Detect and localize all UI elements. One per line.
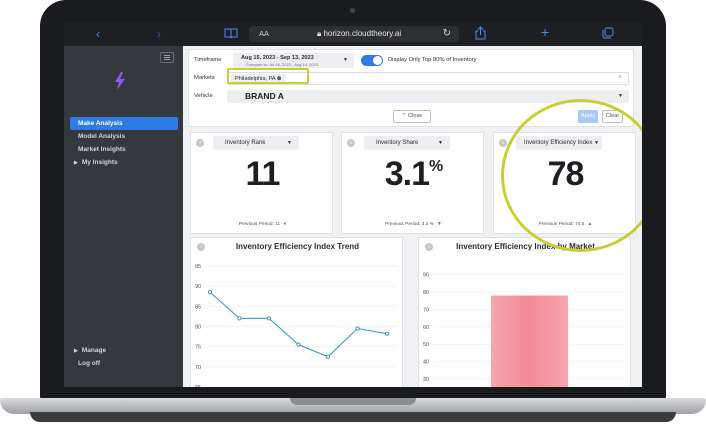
lightning-logo-icon [115,72,125,90]
kpi-card-inventory-rank: i Inventory Rank ▼ 11 Previous Period: 11… [190,132,333,234]
data-point [355,326,360,331]
sidebar-item-label: My Insights [81,159,118,166]
sidebar-item-my-insights[interactable]: ▶ My Insights [70,156,178,169]
y-tick-label: 65 [195,385,201,387]
down-arrow-icon: ▼ [436,221,442,227]
caret-down-icon: ▼ [618,93,623,99]
sidebar-item-label: Log off [78,360,101,367]
reload-icon[interactable]: ↻ [443,26,451,42]
clear-markets-icon[interactable]: × [618,74,622,81]
laptop-notch [290,398,416,405]
metric-select[interactable]: Inventory Rank ▼ [213,136,299,150]
sidebar: Make Analysis Model Analysis Market Insi… [64,46,183,387]
browser-toolbar: ‹ › AA 🔒︎ horizon.cloudtheory.ai ↻ + [64,22,642,46]
bookmarks-icon[interactable] [224,27,238,43]
bar [491,295,568,387]
metric-select[interactable]: Inventory Share ▼ [364,136,450,150]
trend-chart-plot: 95 90 85 80 75 70 65 [195,264,397,387]
y-tick-label: 70 [423,307,429,313]
kpi-unit: % [429,158,443,175]
kpi-number: 3.1 [384,155,430,193]
timeframe-select[interactable]: Aug 15, 2023 - Sep 13, 2023 Compare to: … [233,53,354,68]
laptop-base-shadow [30,412,676,422]
y-tick-label: 30 [423,377,429,383]
caret-right-icon: ▶ [74,160,78,166]
sidebar-item-label: Model Analysis [78,133,126,140]
data-point [325,354,331,359]
previous-period-text: Previous Period: 11 [238,222,281,227]
highlight-markets-box [227,68,309,84]
vehicle-value: BRAND A [245,91,284,101]
url-text: 🔒︎ horizon.cloudtheory.ai [317,29,402,38]
y-tick-label: 70 [195,365,201,371]
metric-label: Inventory Rank [225,140,266,146]
tabs-icon[interactable] [602,27,614,43]
vehicle-label: Vehicle [194,93,213,99]
y-tick-label: 60 [423,325,429,331]
sidebar-item-make-analysis[interactable]: Make Analysis [70,117,178,130]
info-icon[interactable]: i [196,139,204,147]
address-bar[interactable]: AA 🔒︎ horizon.cloudtheory.ai ↻ [249,26,459,42]
screen: ‹ › AA 🔒︎ horizon.cloudtheory.ai ↻ + Mak… [64,22,642,387]
kpi-card-inventory-share: i Inventory Share ▼ 3.1% Previous Period:… [341,132,484,234]
laptop-frame: ‹ › AA 🔒︎ horizon.cloudtheory.ai ↻ + Mak… [0,0,706,432]
toggle-label: Display Only Top 80% of Inventory [388,57,477,63]
sidebar-item-market-insights[interactable]: Market Insights [70,143,178,156]
data-point [296,342,301,347]
trend-chart-card: i Inventory Efficiency Index Trend 95 90 8… [190,237,403,387]
data-point [266,316,272,321]
timeframe-compare: Compare to: Jul 16, 2023 - Aug 14, 2023 [246,62,319,67]
dot-icon: ● [283,221,287,227]
sidebar-item-log-off[interactable]: Log off [70,357,178,370]
share-icon[interactable] [475,26,486,44]
previous-period: Previous Period: 11 ● [191,221,334,227]
info-icon[interactable]: i [347,139,355,147]
y-tick-label: 80 [423,290,429,296]
previous-period: Previous Period: 3.3 % ▼ [342,221,485,227]
metric-label: Inventory Share [376,140,419,146]
y-tick-label: 80 [195,325,201,331]
close-button[interactable]: ⌃ Close [393,110,431,123]
markets-label: Markets [194,75,215,81]
sidebar-item-label: Market Insights [78,146,126,153]
y-tick-label: 90 [195,284,201,290]
chevron-right-icon[interactable]: › [157,26,161,42]
data-point [207,290,213,295]
y-tick-label: 75 [195,345,201,351]
y-tick-label: 40 [423,360,429,366]
caret-down-icon: ▼ [343,57,348,63]
timeframe-value: Aug 15, 2023 - Sep 13, 2023 [241,55,314,61]
info-icon[interactable]: i [499,139,507,147]
chevron-left-icon[interactable]: ‹ [96,26,100,42]
sidebar-item-label: Manage [81,347,107,354]
sidebar-item-label: Make Analysis [78,120,123,127]
market-chart-card: i Inventory Efficiency Index by Market 9… [418,237,631,387]
chevron-up-icon: ⌃ [401,113,407,119]
caret-down-icon: ▼ [287,140,292,146]
sidebar-item-manage[interactable]: ▶ Manage [70,344,178,357]
caret-right-icon: ▶ [74,348,78,354]
reader-aa-button[interactable]: AA [259,26,269,42]
timeframe-label: Timeframe [194,57,222,63]
top-80-toggle[interactable] [361,55,383,66]
y-tick-label: 95 [195,264,201,270]
previous-period-text: Previous Period: 3.3 % [385,222,434,227]
y-tick-label: 85 [195,304,201,310]
y-tick-label: 90 [423,273,429,279]
y-tick-label: 50 [423,342,429,348]
kpi-number: 11 [245,155,281,193]
kpi-value: 3.1% [342,155,485,194]
new-tab-button[interactable]: + [541,24,549,40]
sidebar-item-model-analysis[interactable]: Model Analysis [70,130,178,143]
close-label: Close [407,113,423,119]
url-value: horizon.cloudtheory.ai [323,29,402,38]
camera-icon [350,8,355,13]
hamburger-icon[interactable] [160,52,174,63]
kpi-value: 11 [191,155,334,194]
series-line [209,291,388,358]
data-point [237,316,242,321]
caret-down-icon: ▼ [438,140,443,146]
data-point [384,331,390,336]
market-chart-plot: 9080706050403020 [423,273,625,387]
